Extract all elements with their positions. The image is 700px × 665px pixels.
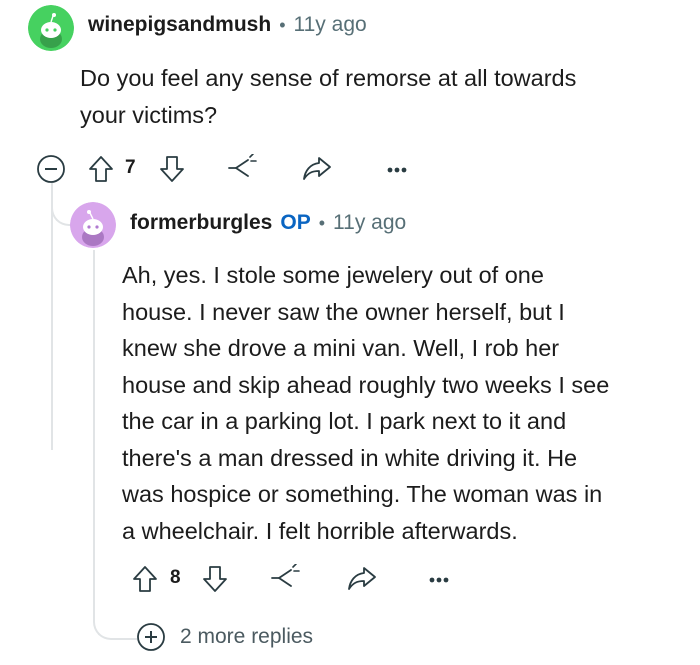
- award-icon: [228, 154, 257, 177]
- award-icon: [271, 564, 300, 587]
- share-icon: [348, 567, 376, 590]
- vote-count: 8: [170, 567, 181, 588]
- comment-body-line: there's a man dressed in white driving i…: [122, 444, 578, 471]
- upvote-button[interactable]: [130, 563, 160, 595]
- comment-body-line: Do you feel any sense of remorse at all …: [80, 65, 577, 91]
- share-icon: [303, 157, 331, 180]
- avatar[interactable]: [70, 202, 116, 248]
- comment-header: winepigsandmush • 11y ago: [88, 13, 367, 37]
- downvote-icon: [203, 566, 227, 592]
- separator-dot: •: [279, 14, 286, 35]
- comment-body: Do you feel any sense of remorse at all …: [80, 60, 680, 133]
- more-replies-label[interactable]: 2 more replies: [180, 625, 313, 649]
- collapse-icon: [37, 155, 65, 183]
- op-badge: OP: [280, 211, 311, 234]
- comment-body-line: the car in a parking lot. I park next to…: [122, 408, 567, 434]
- downvote-button[interactable]: [200, 563, 230, 595]
- award-button[interactable]: [225, 153, 259, 183]
- expand-replies-icon: [137, 623, 165, 651]
- timestamp[interactable]: 11y ago: [333, 211, 406, 235]
- downvote-icon: [160, 156, 184, 182]
- comment-header: formerburgles OP • 11y ago: [130, 211, 406, 235]
- upvote-icon: [133, 566, 157, 592]
- separator-dot: •: [318, 212, 326, 233]
- more-replies-button[interactable]: 2 more replies: [136, 622, 313, 652]
- thread-line-main: [51, 190, 53, 450]
- award-button[interactable]: [268, 563, 302, 593]
- thread-line-reply: [93, 250, 95, 610]
- more-options-icon: [429, 577, 449, 583]
- username[interactable]: formerburgles: [130, 211, 272, 235]
- collapse-button[interactable]: [36, 154, 66, 184]
- comment-body-line: knew she drove a mini van. Well, I rob h…: [122, 335, 560, 361]
- share-button[interactable]: [300, 153, 334, 183]
- comment-body: Ah, yes. I stole some jewelery out of on…: [122, 257, 692, 549]
- comment-body-line: was hospice or something. The woman was …: [122, 481, 603, 507]
- comment-body-line: house and skip ahead roughly two weeks I…: [122, 371, 610, 398]
- more-options-button[interactable]: [382, 160, 412, 180]
- comment-body-line: a wheelchair. I felt horrible afterwards…: [122, 517, 518, 544]
- comment-body-line: your victims?: [80, 101, 218, 128]
- upvote-icon: [89, 156, 113, 182]
- upvote-button[interactable]: [86, 153, 116, 185]
- comment-body-line: Ah, yes. I stole some jewelery out of on…: [122, 262, 544, 288]
- downvote-button[interactable]: [157, 153, 187, 185]
- more-options-button[interactable]: [424, 570, 454, 590]
- timestamp[interactable]: 11y ago: [294, 13, 367, 37]
- more-options-icon: [387, 167, 407, 173]
- username[interactable]: winepigsandmush: [88, 13, 271, 37]
- comment-body-line: house. I never saw the owner herself, bu…: [122, 298, 565, 325]
- share-button[interactable]: [345, 563, 379, 593]
- thread-line-replies-curve: [93, 600, 137, 640]
- vote-count: 7: [125, 157, 136, 178]
- avatar[interactable]: [28, 5, 74, 51]
